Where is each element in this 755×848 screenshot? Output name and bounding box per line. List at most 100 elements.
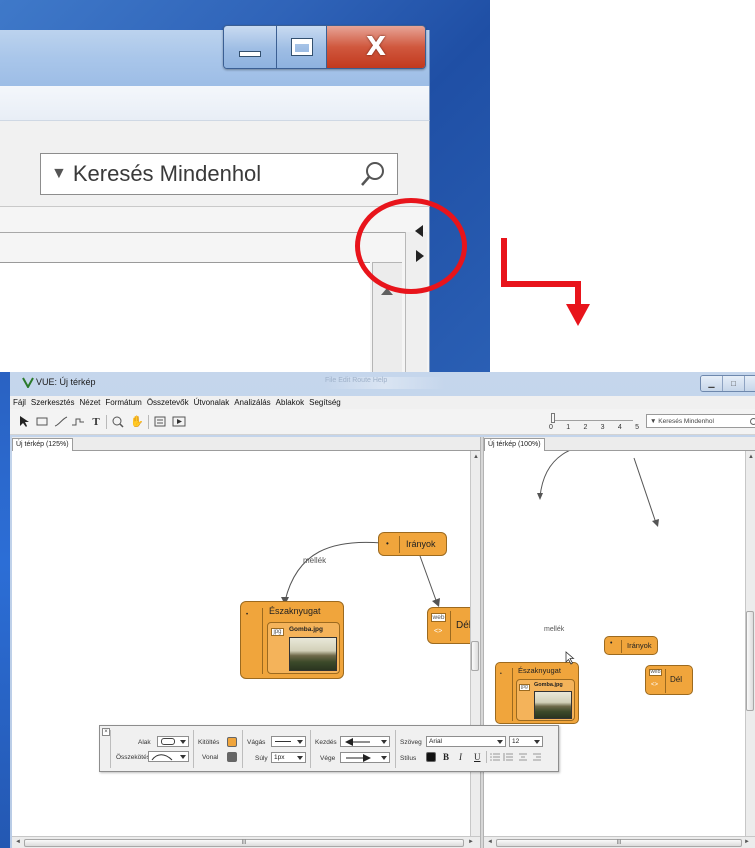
scroll-left-arrow-icon[interactable]: ◄ xyxy=(15,839,21,845)
shape-dropdown[interactable] xyxy=(157,736,189,747)
underline-button[interactable]: U xyxy=(474,752,481,762)
play-presentation-icon[interactable] xyxy=(172,415,186,428)
fill-color-swatch[interactable] xyxy=(227,737,237,747)
numbered-list-icon[interactable] xyxy=(503,752,513,762)
zoomed-caption-buttons: X xyxy=(223,25,426,69)
right-vertical-scrollbar[interactable]: ▲ xyxy=(745,451,755,836)
menu-analizalas[interactable]: Analizálás xyxy=(234,398,270,407)
font-size-value: 12 xyxy=(512,738,520,745)
node-eszaknyugat[interactable]: • Északnyugat jpg Gomba.jpg xyxy=(240,601,344,679)
bullet-list-icon[interactable] xyxy=(490,752,500,762)
close-format-toolbar-icon[interactable]: × xyxy=(102,728,110,736)
search-dropdown-icon[interactable]: ▼ xyxy=(650,418,658,425)
left-horizontal-scrollbar[interactable]: ◄ III ► xyxy=(12,836,480,848)
dropdown-arrow-icon xyxy=(297,740,303,744)
edge-label-mellek[interactable]: mellék xyxy=(303,556,326,565)
zoomed-maximize-button[interactable] xyxy=(277,26,327,68)
align-right-icon[interactable] xyxy=(532,752,542,762)
minimize-button[interactable]: ▁ xyxy=(701,376,723,391)
zoomed-detail: X ▼ Keresés Mindenhol xyxy=(0,0,490,372)
close-button[interactable]: ✕ xyxy=(745,376,755,391)
connection-label: Összekötés xyxy=(116,754,150,761)
dropdown-arrow-icon xyxy=(381,756,387,760)
right-horizontal-scrollbar[interactable]: ◄ III ► xyxy=(484,836,755,848)
rectangle-tool-icon[interactable] xyxy=(36,415,48,428)
zoomed-menubar xyxy=(0,86,430,121)
text-color-swatch[interactable] xyxy=(426,752,436,762)
weight-label: Súly xyxy=(255,755,268,762)
zoom-slider-levels: 0 1 2 3 4 5 xyxy=(549,424,639,431)
node-iranyok[interactable]: • Irányok xyxy=(378,532,447,556)
line-color-swatch[interactable] xyxy=(227,752,237,762)
zoomed-minimize-button[interactable] xyxy=(224,26,278,68)
node-del[interactable]: web <> Dél xyxy=(645,665,693,695)
end-arrow-dropdown[interactable] xyxy=(340,752,390,763)
left-vertical-thumb[interactable] xyxy=(471,641,479,671)
toolbar-separator xyxy=(242,730,243,768)
zoom-tool-icon[interactable] xyxy=(111,415,127,428)
zoom-slider[interactable]: 0 1 2 3 4 5 xyxy=(546,412,639,434)
zoomed-close-button[interactable]: X xyxy=(326,26,425,68)
zoomed-search-placeholder: Keresés Mindenhol xyxy=(72,161,262,186)
left-vertical-scrollbar[interactable]: ▲ xyxy=(470,451,480,836)
presentation-notes-icon[interactable] xyxy=(153,415,167,428)
image-attachment[interactable]: jpg Gomba.jpg xyxy=(267,622,340,674)
start-arrow-dropdown[interactable] xyxy=(340,736,390,747)
bold-button[interactable]: B xyxy=(443,752,449,762)
align-center-icon[interactable] xyxy=(518,752,528,762)
text-tool-icon[interactable]: T xyxy=(90,415,102,428)
node-eszaknyugat[interactable]: • Északnyugat jpg Gomba.jpg xyxy=(495,662,579,724)
search-icon[interactable] xyxy=(359,160,387,188)
dropdown-arrow-icon xyxy=(534,740,540,744)
menu-formatum[interactable]: Formátum xyxy=(105,398,141,407)
right-vertical-thumb[interactable] xyxy=(746,611,754,711)
curved-link-tool-icon[interactable] xyxy=(71,415,85,428)
text-label: Szöveg xyxy=(400,739,422,746)
connection-dropdown[interactable] xyxy=(148,751,189,762)
left-horizontal-thumb[interactable]: III xyxy=(24,839,464,847)
selection-arrow-icon[interactable] xyxy=(18,415,32,428)
menu-osszetevok[interactable]: Összetevők xyxy=(147,398,189,407)
zoom-slider-thumb[interactable] xyxy=(551,413,555,423)
scroll-up-arrow-icon[interactable]: ▲ xyxy=(748,454,754,460)
menu-nezet[interactable]: Nézet xyxy=(79,398,100,407)
zoom-level: 1 xyxy=(566,424,571,431)
italic-button[interactable]: I xyxy=(459,752,462,762)
node-label-del: Dél xyxy=(456,620,470,631)
image-attachment[interactable]: jpg Gomba.jpg xyxy=(516,679,575,721)
zoomed-search-field[interactable]: ▼ Keresés Mindenhol xyxy=(40,153,398,195)
toolbar-separator xyxy=(148,415,149,429)
tab-left-map[interactable]: Új térkép (125%) xyxy=(12,438,73,451)
link-tool-icon[interactable] xyxy=(54,415,68,428)
font-dropdown[interactable]: Arial xyxy=(426,736,506,747)
node-iranyok[interactable]: • Irányok xyxy=(604,636,658,655)
hand-pan-icon[interactable]: ✋ xyxy=(130,415,144,428)
node-del[interactable]: web <> Dél xyxy=(427,607,470,644)
menu-segitseg[interactable]: Segítség xyxy=(309,398,341,407)
node-label-iranyok: Irányok xyxy=(406,539,436,549)
edge-label-mellek[interactable]: mellék xyxy=(544,626,564,633)
faded-background-menu: File Edit Route Help xyxy=(325,377,445,389)
menu-utvonalak[interactable]: Útvonalak xyxy=(194,398,230,407)
right-horizontal-thumb[interactable]: III xyxy=(496,839,742,847)
web-code-icon: <> xyxy=(434,628,443,635)
weight-dropdown[interactable]: 1px xyxy=(271,752,306,763)
main-toolbar: T ✋ 0 1 2 3 4 5 ▼ Keresés Mindenhol xyxy=(10,409,755,435)
scroll-right-arrow-icon[interactable]: ► xyxy=(744,839,750,845)
node-divider xyxy=(450,611,451,641)
scroll-right-arrow-icon[interactable]: ► xyxy=(468,839,474,845)
tab-right-map[interactable]: Új térkép (100%) xyxy=(484,438,545,451)
scroll-up-arrow-icon[interactable]: ▲ xyxy=(473,454,479,460)
stroke-style-dropdown[interactable] xyxy=(271,736,306,747)
menu-ablakok[interactable]: Ablakok xyxy=(276,398,304,407)
menu-szerkesztes[interactable]: Szerkesztés xyxy=(31,398,75,407)
search-icon[interactable] xyxy=(750,417,755,425)
search-input[interactable]: ▼ Keresés Mindenhol xyxy=(646,414,755,428)
font-size-dropdown[interactable]: 12 xyxy=(509,736,543,747)
toolbar-separator xyxy=(395,730,396,768)
maximize-button[interactable]: □ xyxy=(723,376,745,391)
menu-fajl[interactable]: Fájl xyxy=(13,398,26,407)
dropdown-triangle-icon[interactable]: ▼ xyxy=(51,165,67,183)
node-pin-icon: • xyxy=(386,539,389,548)
scroll-left-arrow-icon[interactable]: ◄ xyxy=(487,839,493,845)
